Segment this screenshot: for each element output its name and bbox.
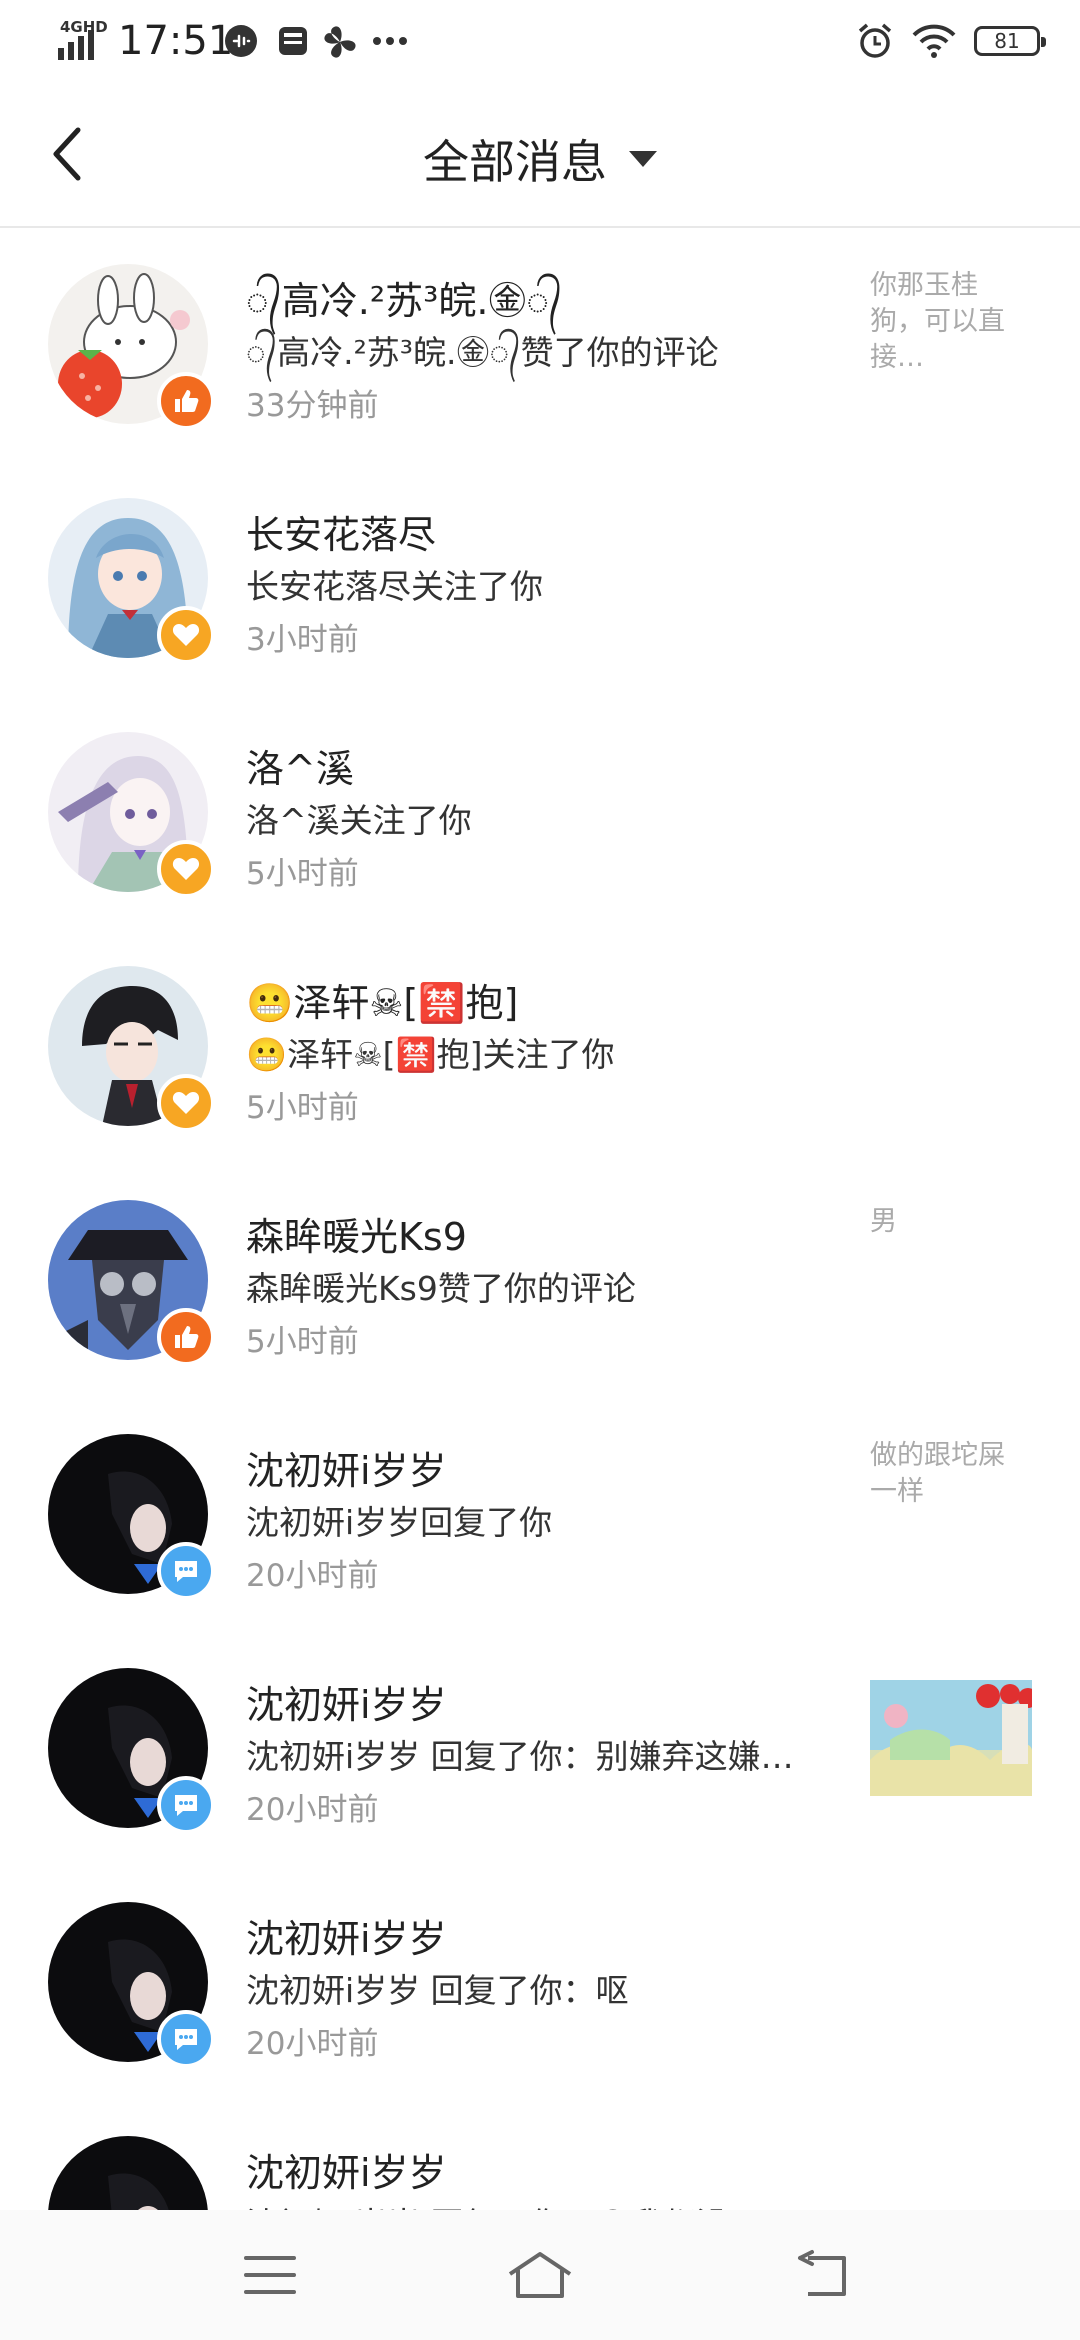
more-dots-icon [373, 37, 407, 45]
sender-name[interactable]: 沈初妍i岁岁 [246, 2142, 447, 2197]
message-text: 沈初妍i岁岁回复了你 [246, 1503, 553, 1542]
heart-icon [157, 1074, 215, 1132]
message-text: 沈初妍i岁岁 回复了你：😧我都没… [246, 2198, 762, 2210]
sender-name[interactable]: 沈初妍i岁岁 [246, 1674, 447, 1729]
battery-level: 81 [994, 29, 1020, 53]
thumbs-up-icon [157, 372, 215, 430]
referenced-comment[interactable]: 做的跟坨屎一样 [870, 1438, 1030, 1510]
message-text: 长安花落尽关注了你 [246, 567, 543, 606]
message-text: 😬泽轩☠[🈲抱]关注了你 [246, 1035, 615, 1074]
chat-bubble-icon [157, 2010, 215, 2068]
list-item[interactable]: 沈初妍i岁岁 沈初妍i岁岁 回复了你：别嫌弃这嫌… 20小时前 [0, 1630, 1080, 1864]
chat-bubble-icon [157, 1542, 215, 1600]
status-bar: 4GHD 17:51 81 [0, 0, 1080, 84]
chat-bubble-icon [157, 1776, 215, 1834]
timestamp: 5小时前 [246, 1324, 359, 1360]
referenced-comment[interactable]: 男 [870, 1204, 1030, 1240]
message-text: 沈初妍i岁岁 回复了你：别嫌弃这嫌… [246, 1737, 794, 1776]
battery-icon: 81 [974, 26, 1046, 56]
caret-down-icon [629, 151, 657, 167]
timestamp: 5小时前 [246, 856, 359, 892]
list-item[interactable]: 森眸暖光Ks9 森眸暖光Ks9赞了你的评论 5小时前 男 [0, 1162, 1080, 1396]
fan-icon [324, 26, 356, 58]
list-item[interactable]: 😬泽轩☠[🈲抱] 😬泽轩☠[🈲抱]关注了你 5小时前 [0, 928, 1080, 1162]
sender-name[interactable]: 😬泽轩☠[🈲抱] [246, 972, 518, 1027]
signal-icon: 4GHD [58, 18, 108, 60]
list-item[interactable]: 洛^溪 洛^溪关注了你 5小时前 [0, 694, 1080, 928]
referenced-image-thumbnail[interactable] [870, 1680, 1032, 1796]
message-text: 沈初妍i岁岁 回复了你：呕 [246, 1971, 629, 2010]
status-time: 17:51 [118, 18, 234, 64]
list-item[interactable]: 沈初妍i岁岁 沈初妍i岁岁 回复了你：呕 20小时前 [0, 1864, 1080, 2098]
list-item[interactable]: 沈初妍i岁岁 沈初妍i岁岁回复了你 20小时前 做的跟坨屎一样 [0, 1396, 1080, 1630]
message-text: ᭄高冷.²苏³皖.㊎᭄赞了你的评论 [246, 333, 719, 372]
thumbs-up-icon [157, 1308, 215, 1366]
back-icon[interactable] [794, 2248, 854, 2302]
page-title: 全部消息 [423, 135, 607, 189]
sender-name[interactable]: 沈初妍i岁岁 [246, 1440, 447, 1495]
list-item[interactable]: ᭄高冷.²苏³皖.㊎᭄ ᭄高冷.²苏³皖.㊎᭄赞了你的评论 33分钟前 你那玉桂… [0, 226, 1080, 460]
network-type: 4GHD [60, 18, 108, 36]
timestamp: 20小时前 [246, 2026, 379, 2062]
timestamp: 33分钟前 [246, 388, 379, 424]
message-badge-icon [225, 25, 257, 57]
top-app-bar: 全部消息 [0, 84, 1080, 228]
message-list[interactable]: ᭄高冷.²苏³皖.㊎᭄ ᭄高冷.²苏³皖.㊎᭄赞了你的评论 33分钟前 你那玉桂… [0, 226, 1080, 2210]
timestamp: 20小时前 [246, 1558, 379, 1594]
sender-name[interactable]: 森眸暖光Ks9 [246, 1206, 467, 1261]
referenced-comment[interactable]: 你那玉桂狗，可以直接… [870, 268, 1030, 376]
heart-icon [157, 606, 215, 664]
home-icon[interactable] [504, 2248, 576, 2302]
timestamp: 20小时前 [246, 1792, 379, 1828]
timestamp: 3小时前 [246, 622, 359, 658]
title-dropdown[interactable]: 全部消息 [0, 126, 1080, 192]
system-nav-bar [0, 2210, 1080, 2340]
alarm-icon [858, 23, 892, 58]
message-text: 洛^溪关注了你 [246, 801, 472, 840]
sender-name[interactable]: 洛^溪 [246, 738, 354, 793]
wifi-icon [912, 24, 956, 58]
sender-name[interactable]: 沈初妍i岁岁 [246, 1908, 447, 1963]
menu-icon[interactable] [240, 2248, 300, 2302]
heart-icon [157, 840, 215, 898]
list-item[interactable]: 长安花落尽 长安花落尽关注了你 3小时前 [0, 460, 1080, 694]
sim-card-icon [279, 27, 307, 55]
timestamp: 5小时前 [246, 1090, 359, 1126]
message-text: 森眸暖光Ks9赞了你的评论 [246, 1269, 636, 1308]
sender-name[interactable]: 长安花落尽 [246, 504, 436, 559]
list-item[interactable]: 沈初妍i岁岁 沈初妍i岁岁 回复了你：😧我都没… [0, 2098, 1080, 2210]
avatar[interactable] [48, 2136, 208, 2210]
